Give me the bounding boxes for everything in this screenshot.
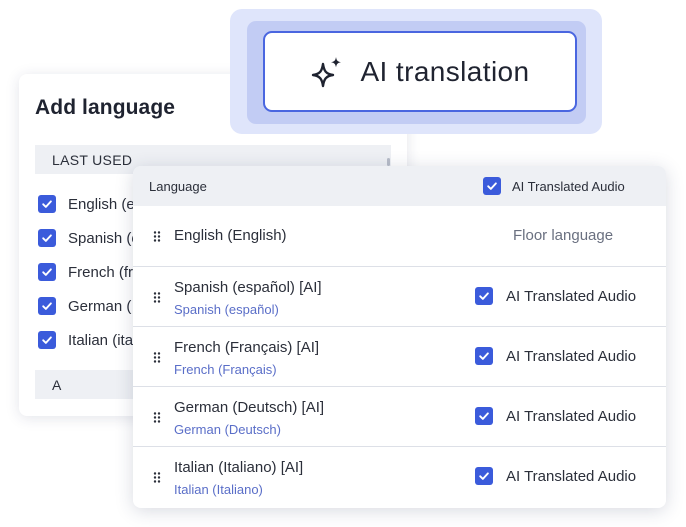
checkbox-checked[interactable] <box>38 331 56 349</box>
check-icon <box>487 182 497 190</box>
check-icon <box>479 292 489 300</box>
check-icon <box>42 268 52 276</box>
table-header: Language AI Translated Audio <box>133 166 666 206</box>
audio-label: AI Translated Audio <box>506 287 637 305</box>
drag-handle-icon[interactable] <box>153 412 161 423</box>
language-native-name: French (Français) <box>174 362 277 377</box>
drag-handle-icon[interactable] <box>153 231 161 242</box>
floor-language-label: Floor language <box>513 227 614 244</box>
languages-table: Language AI Translated Audio English (En… <box>133 166 666 508</box>
table-row-floor[interactable]: English (English) Floor language <box>133 206 666 266</box>
audio-checkbox[interactable] <box>475 467 493 485</box>
check-icon <box>42 234 52 242</box>
check-icon <box>42 302 52 310</box>
audio-label: AI Translated Audio <box>506 467 637 485</box>
column-header-language: Language <box>149 178 207 194</box>
language-name: English (English) <box>174 227 287 244</box>
column-header-audio-label: AI Translated Audio <box>512 178 625 194</box>
language-native-name: Italian (Italiano) <box>174 482 263 497</box>
add-language-item-label: French (fr <box>68 263 134 281</box>
checkbox-checked[interactable] <box>38 263 56 281</box>
language-native-name: German (Deutsch) <box>174 422 281 437</box>
column-header-audio: AI Translated Audio <box>483 177 625 195</box>
add-language-title: Add language <box>35 96 176 119</box>
language-name: German (Deutsch) [AI] <box>174 399 325 416</box>
check-icon <box>479 412 489 420</box>
audio-toggle[interactable]: AI Translated Audio <box>475 407 636 425</box>
language-native-name: Spanish (español) <box>174 302 279 317</box>
audio-toggle[interactable]: AI Translated Audio <box>475 347 636 365</box>
add-language-item-label: Spanish (e <box>68 229 140 247</box>
audio-checkbox[interactable] <box>475 287 493 305</box>
ai-translation-label: AI translation <box>360 55 530 87</box>
add-language-item-label: English (e <box>68 195 135 213</box>
add-language-item-label: Italian (ita <box>68 331 134 349</box>
language-name: French (Français) [AI] <box>174 339 320 356</box>
drag-handle-icon[interactable] <box>153 472 161 483</box>
checkbox-checked[interactable] <box>38 195 56 213</box>
drag-handle-icon[interactable] <box>153 352 161 363</box>
check-icon <box>479 472 489 480</box>
checkbox-checked[interactable] <box>38 297 56 315</box>
audio-label: AI Translated Audio <box>506 347 637 365</box>
audio-checkbox[interactable] <box>475 407 493 425</box>
drag-handle-icon[interactable] <box>153 292 161 303</box>
table-row[interactable]: German (Deutsch) [AI] German (Deutsch) A… <box>133 386 666 446</box>
add-language-item[interactable]: French (fr <box>38 262 133 282</box>
table-row[interactable]: Spanish (español) [AI] Spanish (español)… <box>133 266 666 326</box>
table-row[interactable]: French (Français) [AI] French (Français)… <box>133 326 666 386</box>
audio-toggle[interactable]: AI Translated Audio <box>475 287 636 305</box>
add-language-item[interactable]: English (e <box>38 194 135 214</box>
check-icon <box>479 352 489 360</box>
add-language-item[interactable]: Italian (ita <box>38 330 133 350</box>
sparkle-icon <box>312 56 342 87</box>
scrollbar-thumb[interactable] <box>387 158 390 166</box>
language-name: Italian (Italiano) [AI] <box>174 459 304 476</box>
add-language-item-label: German ( <box>68 297 132 315</box>
check-icon <box>42 200 52 208</box>
language-name: Spanish (español) [AI] <box>174 279 322 296</box>
select-all-audio-checkbox[interactable] <box>483 177 501 195</box>
ai-translation-button[interactable]: AI translation <box>263 31 577 112</box>
audio-checkbox[interactable] <box>475 347 493 365</box>
audio-label: AI Translated Audio <box>506 407 637 425</box>
checkbox-checked[interactable] <box>38 229 56 247</box>
table-row[interactable]: Italian (Italiano) [AI] Italian (Italian… <box>133 446 666 506</box>
add-language-item[interactable]: Spanish (e <box>38 228 140 248</box>
add-language-item[interactable]: German ( <box>38 296 131 316</box>
check-icon <box>42 336 52 344</box>
audio-toggle[interactable]: AI Translated Audio <box>475 467 636 485</box>
